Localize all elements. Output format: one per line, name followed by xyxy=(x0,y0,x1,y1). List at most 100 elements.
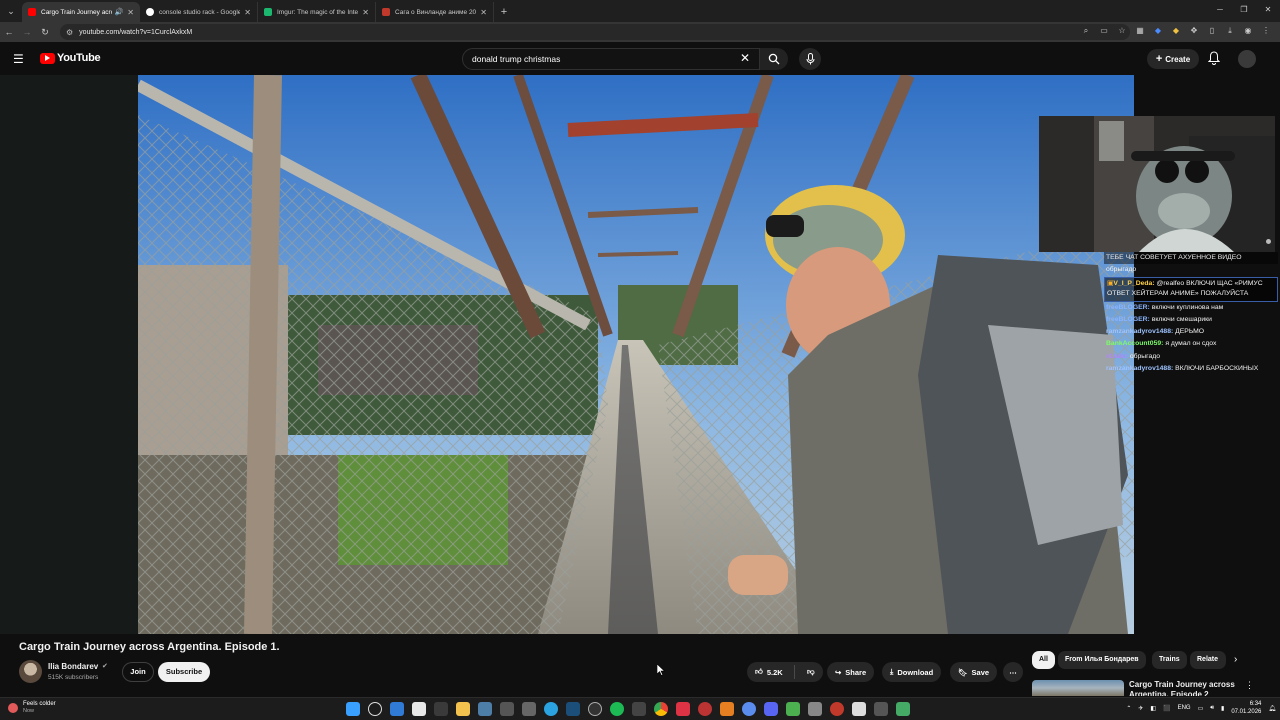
chip-from-channel[interactable]: From Илья Бондарев xyxy=(1058,651,1146,669)
search-icon[interactable] xyxy=(368,702,382,716)
reload-icon[interactable]: ↻ xyxy=(36,27,54,38)
extension-icon[interactable]: ◆ xyxy=(1170,25,1182,37)
channel-avatar[interactable] xyxy=(19,660,42,683)
share-button[interactable]: ↪ Share xyxy=(827,662,875,682)
app-icon[interactable] xyxy=(808,702,822,716)
tab-title: console studio rack - Google S xyxy=(159,8,241,16)
cast-icon[interactable]: ▭ xyxy=(1098,25,1110,37)
recommended-video-thumbnail[interactable] xyxy=(1032,680,1124,696)
network-icon[interactable]: ▭ xyxy=(1198,705,1204,712)
like-button[interactable]: 👍︎ 5.2K xyxy=(747,665,795,679)
clock[interactable]: 6:34 07.01.2026 xyxy=(1231,700,1261,716)
minecraft-icon[interactable] xyxy=(786,702,800,716)
create-button[interactable]: + Create xyxy=(1147,49,1199,69)
file-explorer-icon[interactable] xyxy=(456,702,470,716)
close-tab-icon[interactable]: ✕ xyxy=(244,8,251,17)
steam-icon[interactable] xyxy=(566,702,580,716)
youtube-logo-text: YouTube xyxy=(57,52,101,64)
spotify-icon[interactable] xyxy=(610,702,624,716)
profile-icon[interactable]: ◉ xyxy=(1242,25,1254,37)
telegram-icon[interactable] xyxy=(544,702,558,716)
tray-chevron-icon[interactable]: ⌃ xyxy=(1126,705,1131,712)
app-icon[interactable] xyxy=(500,702,514,716)
sidebar-icon[interactable]: ▯ xyxy=(1206,25,1218,37)
discord-icon[interactable] xyxy=(764,702,778,716)
zoom-icon[interactable]: ⌕ xyxy=(1080,25,1092,37)
hamburger-menu-icon[interactable]: ☰ xyxy=(13,52,24,66)
app-icon[interactable] xyxy=(412,702,426,716)
tray-app-icon[interactable]: ✈ xyxy=(1138,705,1143,712)
app-icon[interactable] xyxy=(720,702,734,716)
back-icon[interactable]: ← xyxy=(0,27,18,37)
close-tab-icon[interactable]: ✕ xyxy=(480,8,487,17)
browser-tab-google[interactable]: console studio rack - Google S ✕ xyxy=(140,2,258,22)
close-window-icon[interactable]: ✕ xyxy=(1256,0,1280,22)
chip-trains[interactable]: Trains xyxy=(1152,651,1187,669)
url-text: youtube.com/watch?v=1CurclAxkxM xyxy=(79,28,193,36)
browser-tab-vinland[interactable]: Сага о Винланде аниме 2019 ✕ xyxy=(376,2,494,22)
app-icon[interactable] xyxy=(874,702,888,716)
download-button[interactable]: ⤓ Download xyxy=(882,662,942,682)
account-avatar[interactable] xyxy=(1238,50,1256,68)
chrome-icon[interactable] xyxy=(654,702,668,716)
tray-app-icon[interactable]: ⬛ xyxy=(1163,705,1170,712)
recommended-video-title[interactable]: Cargo Train Journey across Argentina. Ep… xyxy=(1129,680,1237,696)
chip-all[interactable]: All xyxy=(1032,651,1055,669)
speaker-icon[interactable]: 🔊 xyxy=(115,8,124,16)
restore-icon[interactable]: ❐ xyxy=(1232,0,1256,22)
forward-icon[interactable]: → xyxy=(18,27,36,37)
bookmark-star-icon[interactable]: ☆ xyxy=(1116,25,1128,37)
clear-search-icon[interactable]: ✕ xyxy=(740,51,750,65)
more-vertical-icon[interactable]: ⋮ xyxy=(1245,680,1254,691)
volume-icon[interactable]: 🔊︎ xyxy=(1210,705,1214,712)
browser-tab-youtube[interactable]: Cargo Train Journey across 🔊 ✕ xyxy=(22,2,140,22)
more-actions-button[interactable]: ⋯ xyxy=(1003,662,1023,682)
app-icon[interactable] xyxy=(478,702,492,716)
close-tab-icon[interactable]: ✕ xyxy=(127,8,134,17)
app-icon[interactable] xyxy=(742,702,756,716)
app-icon[interactable] xyxy=(896,702,910,716)
app-icon[interactable] xyxy=(632,702,646,716)
search-input[interactable]: donald trump christmas xyxy=(462,48,760,70)
app-icon[interactable] xyxy=(698,702,712,716)
chat-text: обрыгадо xyxy=(1129,352,1161,360)
app-icon[interactable] xyxy=(588,702,602,716)
extension-icon[interactable]: ◆ xyxy=(1152,25,1164,37)
battery-icon[interactable]: ▮ xyxy=(1221,705,1224,712)
app-icon[interactable] xyxy=(830,702,844,716)
weather-widget[interactable]: Feels colder Now xyxy=(8,701,56,715)
subscribe-button[interactable]: Subscribe xyxy=(158,662,210,682)
chip-related[interactable]: Relate xyxy=(1190,651,1226,669)
channel-name[interactable]: Ilia Bondarev xyxy=(48,662,98,671)
app-icon[interactable] xyxy=(852,702,866,716)
notifications-bell-icon[interactable] xyxy=(1207,51,1221,70)
windows-start-icon[interactable] xyxy=(346,702,360,716)
site-info-icon[interactable]: ⚙ xyxy=(66,28,73,37)
extensions-puzzle-icon[interactable]: ✥ xyxy=(1188,25,1200,37)
save-button[interactable]: 🔖︎ Save xyxy=(950,662,998,682)
app-icon[interactable] xyxy=(522,702,536,716)
address-bar[interactable]: ⚙ youtube.com/watch?v=1CurclAxkxM xyxy=(60,24,1130,40)
notifications-icon[interactable]: 🔔︎ xyxy=(1268,705,1276,712)
join-button[interactable]: Join xyxy=(122,662,154,682)
dislike-button[interactable]: 👎︎ xyxy=(799,667,815,677)
youtube-logo[interactable]: YouTube xyxy=(40,52,101,64)
voice-search-button[interactable] xyxy=(799,48,821,70)
like-count: 5.2K xyxy=(766,667,783,677)
close-tab-icon[interactable]: ✕ xyxy=(362,8,369,17)
language-indicator[interactable]: ENG xyxy=(1178,705,1191,711)
download-icon[interactable]: ⤓ xyxy=(1224,25,1236,37)
app-icon[interactable] xyxy=(676,702,690,716)
chevron-right-icon[interactable]: › xyxy=(1234,654,1237,665)
tray-app-icon[interactable]: ◧ xyxy=(1150,705,1156,712)
extension-icon[interactable]: ▦ xyxy=(1134,25,1146,37)
search-button[interactable] xyxy=(760,48,788,70)
menu-kebab-icon[interactable]: ⋮ xyxy=(1260,25,1272,37)
minimize-icon[interactable]: ─ xyxy=(1208,0,1232,22)
widgets-icon[interactable] xyxy=(390,702,404,716)
browser-tab-imgur[interactable]: Imgur: The magic of the Intern ✕ xyxy=(258,2,376,22)
tab-search-icon[interactable]: ⌄ xyxy=(0,0,22,22)
video-player[interactable] xyxy=(0,75,1134,634)
app-icon[interactable] xyxy=(434,702,448,716)
new-tab-button[interactable]: + xyxy=(494,2,514,22)
